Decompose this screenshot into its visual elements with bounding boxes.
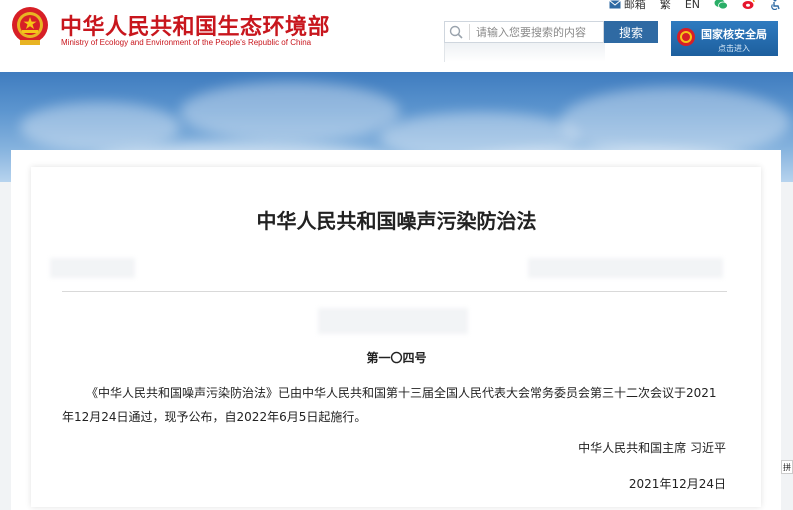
nsa-banner-link[interactable]: 国家核安全局 点击进入 — [671, 21, 778, 56]
blurred-toolbar — [318, 308, 468, 334]
search-dropdown-area — [444, 43, 605, 62]
side-float-tab[interactable]: 拼 — [781, 460, 793, 474]
search-icon — [449, 25, 463, 39]
blurred-meta-right — [528, 258, 723, 278]
wechat-icon[interactable] — [714, 0, 728, 10]
top-links: 邮箱 繁 EN — [608, 0, 781, 12]
mail-link[interactable]: 邮箱 — [608, 0, 646, 12]
nsa-title: 国家核安全局 — [701, 28, 767, 41]
search-input[interactable] — [476, 23, 601, 41]
national-emblem-icon[interactable] — [11, 6, 49, 46]
search-divider — [469, 24, 470, 40]
search-box — [444, 21, 604, 43]
traditional-chinese-link[interactable]: 繁 — [660, 0, 671, 12]
site-title[interactable]: 中华人民共和国生态环境部 — [60, 9, 330, 41]
article-signature: 中华人民共和国主席 习近平 — [578, 441, 726, 455]
weibo-icon[interactable] — [742, 0, 755, 10]
nsa-enter-label: 点击进入 — [718, 44, 750, 53]
article-title: 中华人民共和国噪声污染防治法 — [256, 209, 537, 233]
site-header: 中华人民共和国生态环境部 Ministry of Ecology and Env… — [0, 0, 793, 72]
search-button[interactable]: 搜索 — [604, 21, 658, 43]
mail-label: 邮箱 — [623, 0, 646, 11]
blurred-meta-left — [50, 258, 135, 278]
nsa-emblem-icon — [677, 28, 695, 46]
accessibility-icon[interactable] — [769, 0, 781, 10]
document-number: 第一〇四号 — [366, 351, 427, 365]
site-subtitle: Ministry of Ecology and Environment of t… — [61, 38, 312, 47]
article-body: 《中华人民共和国噪声污染防治法》已由中华人民共和国第十三届全国人民代表大会常务委… — [62, 386, 717, 424]
mail-icon — [608, 0, 621, 8]
english-link[interactable]: EN — [685, 0, 700, 11]
article-date: 2021年12月24日 — [628, 477, 726, 491]
title-divider — [62, 291, 727, 292]
